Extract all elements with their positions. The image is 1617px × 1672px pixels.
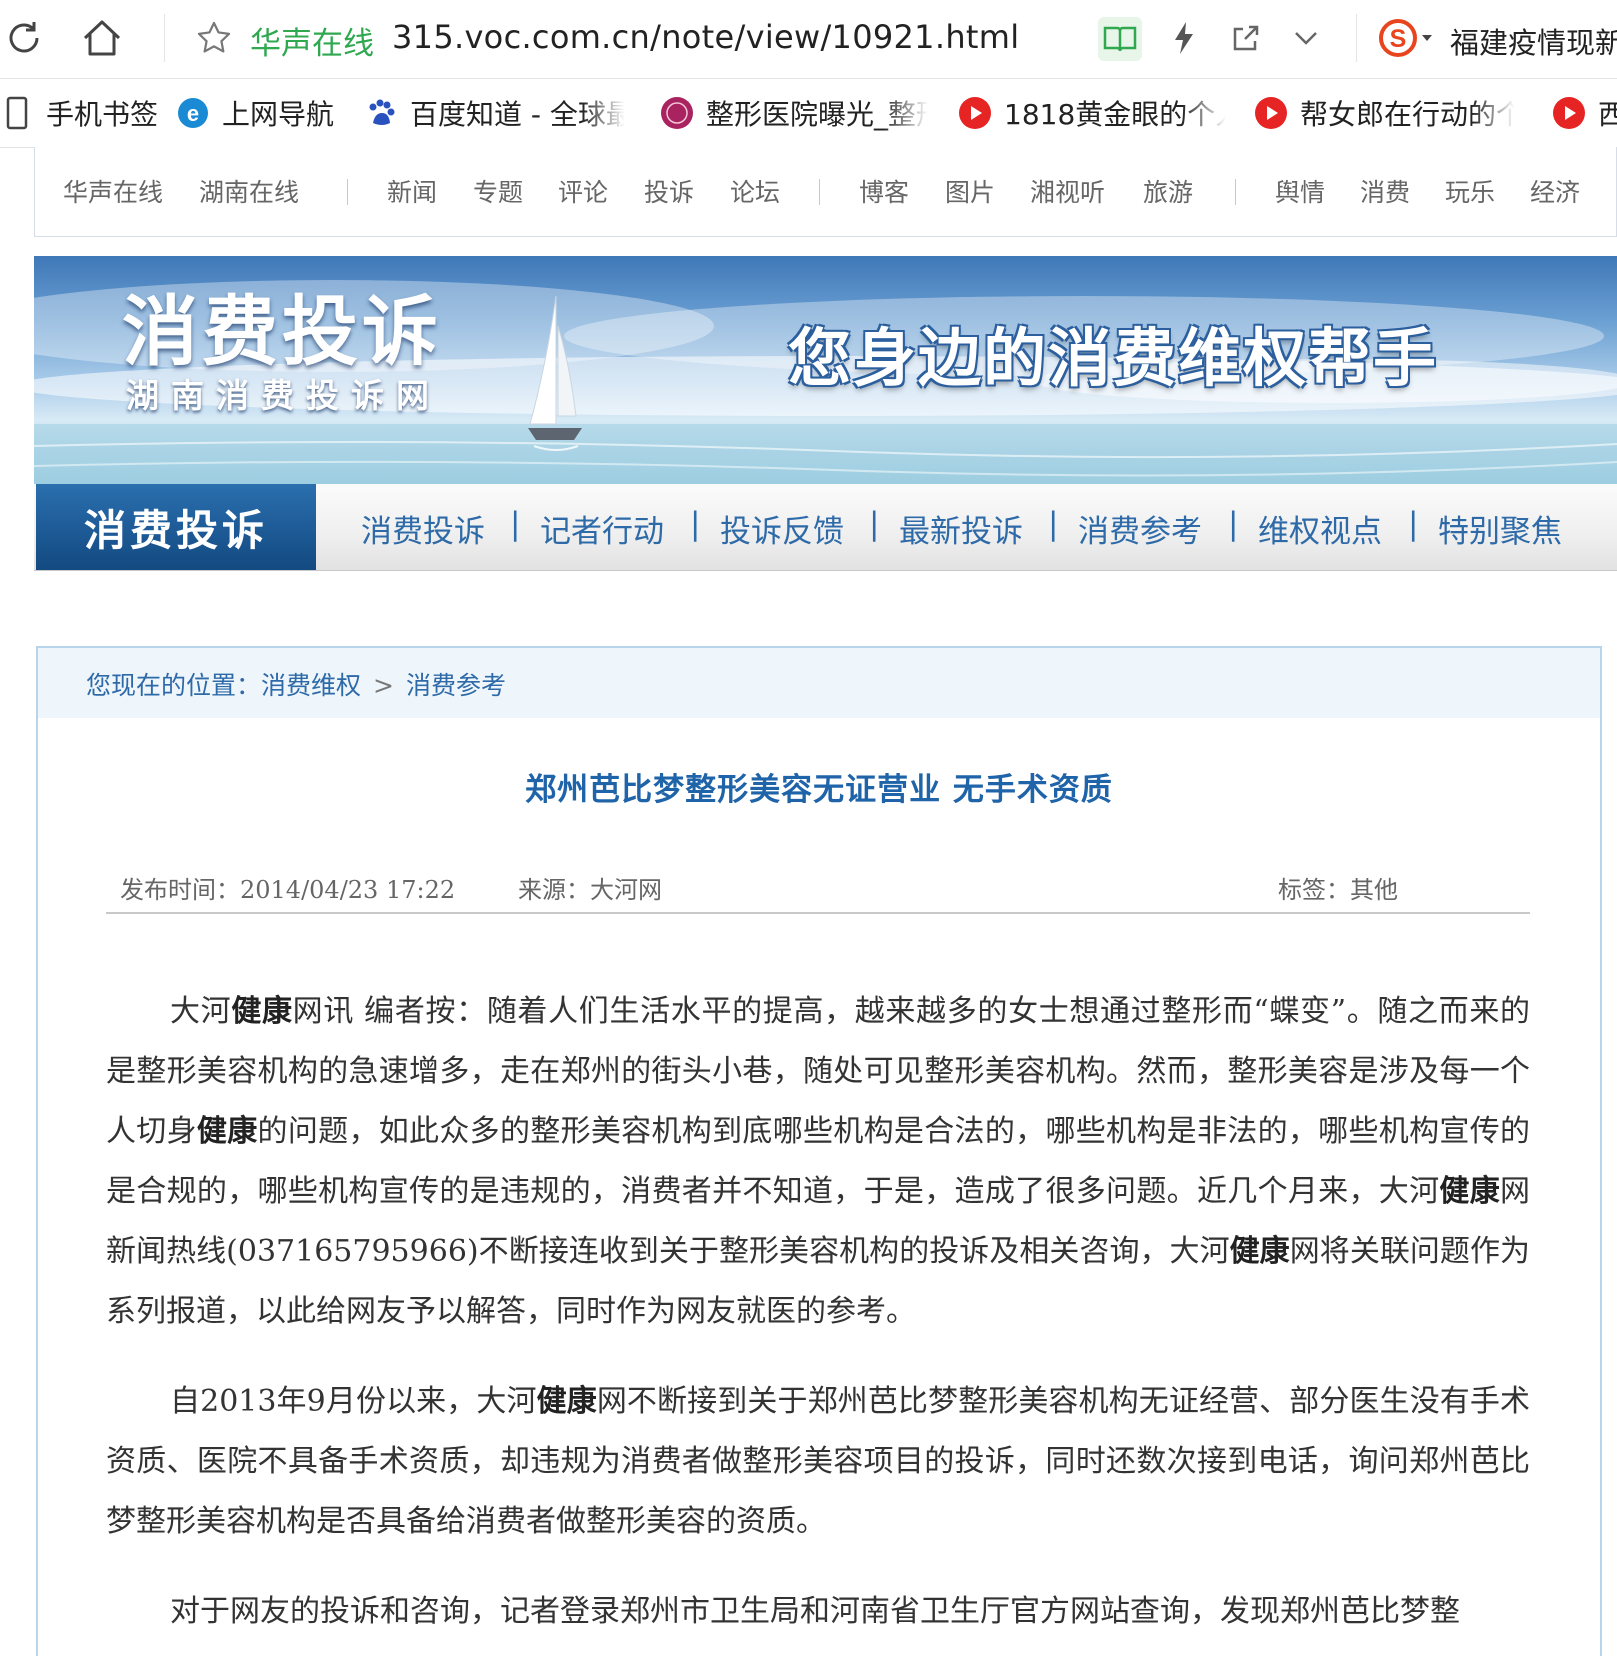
breadcrumb-link-rights[interactable]: 消费维权 <box>261 671 361 700</box>
banner-slogan: 您身边的消费维权帮手 <box>788 322 1438 395</box>
toolbar-separator <box>1356 14 1357 62</box>
toolbar-separator <box>164 14 165 62</box>
nav-link-news[interactable]: 新闻 <box>387 173 437 209</box>
nav-link-huasheng[interactable]: 华声在线 <box>63 173 163 209</box>
site-name-label: 华声在线 <box>250 26 374 62</box>
home-icon[interactable] <box>78 14 126 62</box>
bookmark-item[interactable]: 手机书签 <box>0 91 158 135</box>
nav-link-economy[interactable]: 经济 <box>1530 173 1580 209</box>
sailboat-image <box>528 296 582 451</box>
bookmark-label: 上网导航 <box>222 98 335 131</box>
bookmark-item[interactable]: 1818黄金眼的个人 <box>958 91 1226 135</box>
nav-link-hunan[interactable]: 湖南在线 <box>199 173 299 209</box>
column-divider: | <box>510 506 521 542</box>
bookmark-item[interactable]: e 上网导航 <box>176 91 334 135</box>
column-link-reporter[interactable]: 记者行动 <box>540 506 664 551</box>
column-divider: | <box>1408 506 1419 542</box>
nav-link-consume[interactable]: 消费 <box>1360 173 1410 209</box>
bookmark-item[interactable]: 百度知道 - 全球最 <box>364 91 625 135</box>
browser-toolbar: 华声在线 315.voc.com.cn/note/view/10921.html… <box>0 0 1617 79</box>
bookmark-label: 帮女郎在行动的个 <box>1300 98 1515 131</box>
refresh-icon[interactable] <box>0 14 48 62</box>
sogou-search-icon[interactable]: S <box>1378 16 1432 60</box>
chevron-down-icon[interactable] <box>1282 14 1330 62</box>
bookmark-item[interactable]: 西 <box>1552 91 1617 135</box>
column-link-feedback[interactable]: 投诉反馈 <box>720 506 844 551</box>
publish-time: 发布时间：2014/04/23 17:22 <box>120 876 456 904</box>
column-divider: | <box>869 506 880 542</box>
banner-subtitle: 湖南消费投诉网 <box>126 376 441 415</box>
article-paragraph: 自2013年9月份以来，大河健康网不断接到关于郑州芭比梦整形美容机构无证经营、部… <box>106 1384 1531 1539</box>
meta-divider <box>106 912 1530 914</box>
bookmark-label: 手机书签 <box>46 98 159 131</box>
star-bookmark-icon[interactable] <box>190 14 238 62</box>
bookmark-item[interactable]: 整形医院曝光_整形 <box>660 91 928 135</box>
ie-icon: e <box>176 96 210 130</box>
breadcrumb-link-reference[interactable]: 消费参考 <box>406 671 506 700</box>
bookmark-label: 1818黄金眼的个人 <box>1004 98 1226 131</box>
nav-link-pictures[interactable]: 图片 <box>945 173 995 209</box>
column-link-focus[interactable]: 特别聚焦 <box>1438 506 1562 551</box>
phone-bookmark-icon <box>0 96 34 130</box>
column-nav: 消费投诉 消费投诉 | 记者行动 | 投诉反馈 | 最新投诉 | 消费参考 | … <box>34 484 1617 571</box>
banner-title: 消费投诉 <box>122 287 442 376</box>
column-nav-head: 消费投诉 <box>36 484 316 570</box>
nav-link-forum[interactable]: 论坛 <box>730 173 780 209</box>
bookmark-label: 西 <box>1598 93 1617 133</box>
article-paragraph: 对于网友的投诉和咨询，记者登录郑州市卫生局和河南省卫生厅官方网站查询，发现郑州芭… <box>170 1594 1460 1629</box>
nav-link-fun[interactable]: 玩乐 <box>1445 173 1495 209</box>
nav-link-complaint[interactable]: 投诉 <box>644 173 694 209</box>
svg-text:S: S <box>1390 25 1407 53</box>
bookmark-item[interactable]: 帮女郎在行动的个 <box>1254 91 1515 135</box>
svg-text:e: e <box>187 101 199 126</box>
nav-divider <box>819 179 820 205</box>
breadcrumb-prefix: 您现在的位置： <box>86 671 262 700</box>
column-divider: | <box>690 506 701 542</box>
article-tags: 标签：其他 <box>1278 876 1398 904</box>
search-suggestion[interactable]: 福建疫情现新 <box>1450 20 1617 62</box>
nav-link-video[interactable]: 湘视听 <box>1030 173 1105 209</box>
nav-link-opinion[interactable]: 舆情 <box>1275 173 1325 209</box>
nav-link-travel[interactable]: 旅游 <box>1143 173 1193 209</box>
column-divider: | <box>1048 506 1059 542</box>
bookmarks-bar: 手机书签 e 上网导航 百度知道 - 全球最 整形医院曝光_整形 1818黄金眼… <box>0 79 1617 148</box>
breadcrumb: 您现在的位置：消费维权 > 消费参考 <box>86 666 506 702</box>
address-bar-url[interactable]: 315.voc.com.cn/note/view/10921.html <box>392 18 1019 56</box>
column-link-latest[interactable]: 最新投诉 <box>899 506 1023 551</box>
hospital-icon <box>660 96 694 130</box>
nav-link-comment[interactable]: 评论 <box>558 173 608 209</box>
article-title: 郑州芭比梦整形美容无证营业 无手术资质 <box>525 772 1113 808</box>
breadcrumb-separator-icon: > <box>373 671 394 700</box>
column-link-reference[interactable]: 消费参考 <box>1078 506 1202 551</box>
nav-divider <box>347 179 348 205</box>
article-body: 大河健康网讯 编者按：随着人们生活水平的提高，越来越多的女士想通过整形而“蝶变”… <box>106 982 1530 1672</box>
nav-divider <box>1235 179 1236 205</box>
nav-link-blog[interactable]: 博客 <box>859 173 909 209</box>
video-icon <box>1254 96 1288 130</box>
baidu-icon <box>364 96 398 130</box>
column-divider: | <box>1228 506 1239 542</box>
article-container: 您现在的位置：消费维权 > 消费参考 郑州芭比梦整形美容无证营业 无手术资质 发布时… <box>36 646 1602 1656</box>
site-banner: 消费投诉 湖南消费投诉网 您身边的消费维权帮手 <box>34 256 1617 484</box>
article-source: 来源：大河网 <box>518 876 662 904</box>
column-link-complaints[interactable]: 消费投诉 <box>361 506 485 551</box>
column-link-viewpoint[interactable]: 维权视点 <box>1258 506 1382 551</box>
breadcrumb-bar: 您现在的位置：消费维权 > 消费参考 <box>38 648 1600 718</box>
video-icon <box>1552 96 1586 130</box>
bookmark-label: 百度知道 - 全球最 <box>410 98 625 131</box>
lightning-icon[interactable] <box>1160 14 1208 62</box>
site-top-nav: 华声在线 湖南在线 新闻 专题 评论 投诉 论坛 博客 图片 湘视听 旅游 舆情… <box>34 147 1617 237</box>
bookmark-label: 整形医院曝光_整形 <box>706 98 928 131</box>
nav-link-topics[interactable]: 专题 <box>473 173 523 209</box>
reader-mode-icon[interactable] <box>1098 17 1142 61</box>
article-paragraph: 大河健康网讯 编者按：随着人们生活水平的提高，越来越多的女士想通过整形而“蝶变”… <box>106 994 1531 1329</box>
share-icon[interactable] <box>1222 14 1270 62</box>
video-icon <box>958 96 992 130</box>
